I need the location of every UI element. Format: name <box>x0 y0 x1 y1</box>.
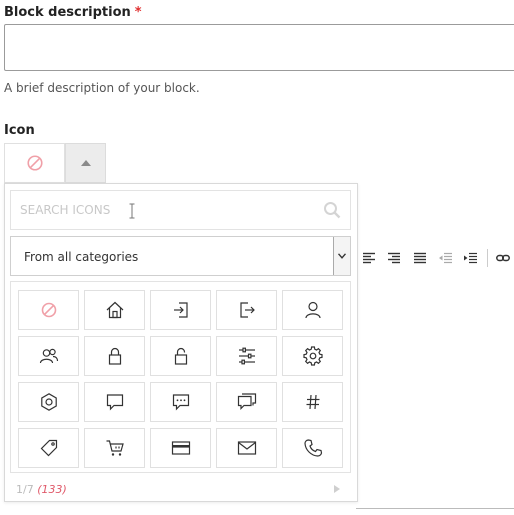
unlock-icon <box>174 347 187 365</box>
home-icon <box>106 301 123 319</box>
search-icon[interactable] <box>323 201 341 219</box>
login-icon <box>173 302 188 318</box>
link-button[interactable] <box>490 246 514 270</box>
icon-cell-logout[interactable] <box>216 290 277 330</box>
chevron-down-icon <box>338 253 346 259</box>
none-icon <box>26 155 43 171</box>
align-justify-button[interactable] <box>407 246 433 270</box>
icon-total-count: (133) <box>37 483 67 496</box>
comment-dots-icon <box>172 394 189 411</box>
none-icon <box>41 302 56 318</box>
icon-cell-sliders[interactable] <box>216 336 277 376</box>
icon-cell-tag[interactable] <box>18 428 79 468</box>
icon-cell-users[interactable] <box>18 336 79 376</box>
editor-toolbar <box>356 246 514 270</box>
icon-cell-unlock[interactable] <box>150 336 211 376</box>
cart-icon <box>106 440 124 456</box>
sliders-icon <box>238 347 255 365</box>
selected-icon-preview[interactable] <box>4 143 65 183</box>
icon-cell-comment-dots[interactable] <box>150 382 211 422</box>
text-cursor-icon <box>129 203 135 219</box>
logout-icon <box>239 302 255 318</box>
caret-up-icon <box>80 160 91 166</box>
category-select-value: From all categories <box>24 250 139 264</box>
user-icon <box>304 301 321 319</box>
indent-icon <box>464 252 478 264</box>
envelope-icon <box>237 441 256 455</box>
credit-card-icon <box>171 441 190 455</box>
align-right-icon <box>388 252 401 264</box>
icon-cell-envelope[interactable] <box>216 428 277 468</box>
icon-cell-comment[interactable] <box>84 382 145 422</box>
icon-search-box <box>10 190 351 230</box>
link-icon <box>496 254 511 262</box>
picker-pagination: 1/7 (133) <box>16 483 67 496</box>
phone-icon <box>303 439 322 457</box>
icon-search-input[interactable] <box>11 191 320 229</box>
page-indicator: 1/7 <box>16 483 34 496</box>
block-description-label-text: Block description <box>4 5 131 20</box>
icon-cell-comments[interactable] <box>216 382 277 422</box>
comments-icon <box>237 393 256 410</box>
editor-border <box>356 508 514 509</box>
block-description-label: Block description * <box>4 5 142 20</box>
comment-icon <box>106 394 123 411</box>
block-description-help: A brief description of your block. <box>4 81 200 95</box>
icon-cell-lock[interactable] <box>84 336 145 376</box>
indent-button[interactable] <box>458 246 484 270</box>
picker-toggle-button[interactable] <box>65 143 106 183</box>
icon-cell-login[interactable] <box>150 290 211 330</box>
align-center-button[interactable] <box>356 246 382 270</box>
outdent-button[interactable] <box>433 246 459 270</box>
block-description-input[interactable] <box>4 24 514 71</box>
icon-cell-phone[interactable] <box>282 428 343 468</box>
align-justify-icon <box>413 252 426 264</box>
icon-cell-home[interactable] <box>84 290 145 330</box>
next-page-icon[interactable] <box>332 484 342 494</box>
hashtag-icon <box>306 394 319 410</box>
hexagon-cog-icon <box>40 393 57 411</box>
category-select[interactable]: From all categories <box>10 236 351 276</box>
align-center-icon <box>362 252 375 264</box>
gear-icon <box>302 346 323 366</box>
icon-cell-credit-card[interactable] <box>150 428 211 468</box>
category-select-button[interactable] <box>333 237 350 275</box>
users-icon <box>39 348 58 364</box>
toolbar-separator <box>486 249 488 267</box>
icon-cell-user[interactable] <box>282 290 343 330</box>
icon-cell-hexagon-cog[interactable] <box>18 382 79 422</box>
align-right-button[interactable] <box>382 246 408 270</box>
outdent-icon <box>438 252 452 264</box>
icon-cell-none[interactable] <box>18 290 79 330</box>
tag-icon <box>40 439 57 457</box>
lock-icon <box>108 347 121 365</box>
icon-grid <box>10 281 351 473</box>
icon-field-label: Icon <box>4 123 35 138</box>
icon-cell-cart[interactable] <box>84 428 145 468</box>
icon-cell-hashtag[interactable] <box>282 382 343 422</box>
required-marker: * <box>134 5 142 20</box>
icon-cell-gear[interactable] <box>282 336 343 376</box>
